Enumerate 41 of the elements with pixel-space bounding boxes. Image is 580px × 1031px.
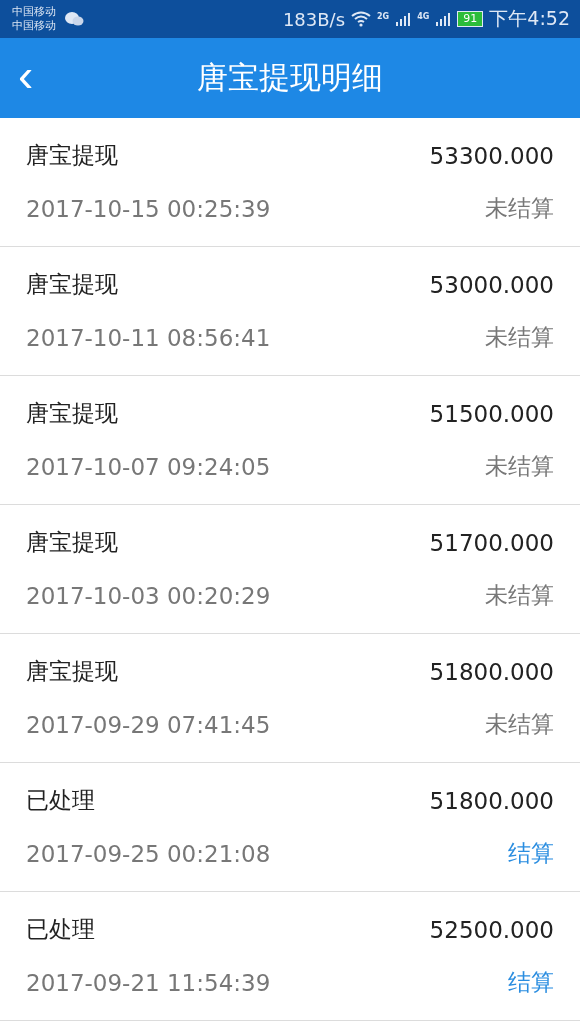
network-type: 2G <box>377 12 390 21</box>
settlement-status: 未结算 <box>485 581 554 610</box>
record-time: 2017-09-29 07:41:45 <box>26 711 271 738</box>
wifi-icon <box>351 11 372 27</box>
chat-bubbles-icon <box>64 11 84 27</box>
amount: 53000.000 <box>429 271 554 298</box>
battery-level: 91 <box>457 11 484 27</box>
page-title: 唐宝提现明细 <box>197 58 383 97</box>
signal-icon <box>395 11 412 27</box>
record-time: 2017-10-15 00:25:39 <box>26 195 271 222</box>
amount: 53300.000 <box>429 142 554 169</box>
back-button[interactable]: ‹ <box>12 52 40 98</box>
amount: 52500.000 <box>429 916 554 943</box>
record-time: 2017-10-07 09:24:05 <box>26 453 271 480</box>
signal-icon <box>435 11 452 27</box>
record-title: 唐宝提现 <box>26 141 118 170</box>
settlement-status: 结算 <box>508 839 554 868</box>
clock: 下午4:52 <box>489 6 570 31</box>
carrier-name: 中国移动 <box>12 19 56 33</box>
amount: 51500.000 <box>429 400 554 427</box>
settlement-status: 未结算 <box>485 194 554 223</box>
record-time: 2017-09-21 11:54:39 <box>26 969 271 996</box>
network-type: 4G <box>417 12 430 21</box>
settlement-status: 结算 <box>508 968 554 997</box>
record-time: 2017-10-03 00:20:29 <box>26 582 271 609</box>
record-title: 已处理 <box>26 786 95 815</box>
record-title: 唐宝提现 <box>26 270 118 299</box>
settlement-status: 未结算 <box>485 452 554 481</box>
amount: 51700.000 <box>429 529 554 556</box>
record-title: 已处理 <box>26 915 95 944</box>
settlement-status: 未结算 <box>485 710 554 739</box>
record-title: 唐宝提现 <box>26 399 118 428</box>
carrier-name: 中国移动 <box>12 5 56 19</box>
record-title: 唐宝提现 <box>26 657 118 686</box>
record-time: 2017-10-11 08:56:41 <box>26 324 271 351</box>
network-speed: 183B/s <box>282 8 346 30</box>
amount: 51800.000 <box>429 658 554 685</box>
amount: 51800.000 <box>429 787 554 814</box>
settlement-status: 未结算 <box>485 323 554 352</box>
record-time: 2017-09-25 00:21:08 <box>26 840 271 867</box>
record-title: 唐宝提现 <box>26 528 118 557</box>
